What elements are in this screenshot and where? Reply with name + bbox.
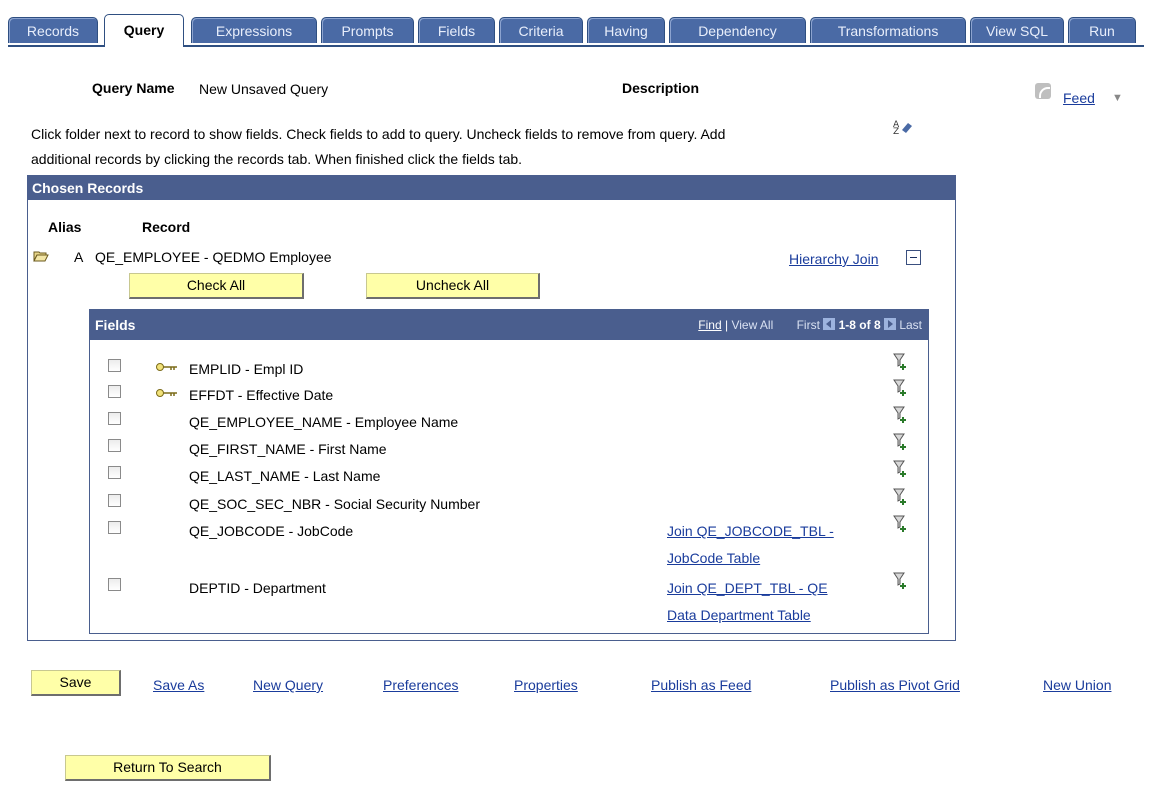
join-link[interactable]: Join QE_DEPT_TBL - QE <box>667 580 828 596</box>
field-label: QE_JOBCODE - JobCode <box>189 523 354 539</box>
key-icon <box>156 385 178 397</box>
chosen-records-title: Chosen Records <box>28 176 955 200</box>
hierarchy-join-link[interactable]: Hierarchy Join <box>789 251 878 267</box>
instructions-line-1: Click folder next to record to show fiel… <box>31 126 726 142</box>
grid-navigation: Find | View All First 1-8 of 8 Last <box>698 318 922 332</box>
field-label: DEPTID - Department <box>189 580 326 596</box>
save-button[interactable]: Save <box>31 670 121 696</box>
add-criteria-icon[interactable] <box>893 353 909 371</box>
fields-grid-header: Fields Find | View All First 1-8 of 8 La… <box>90 310 928 340</box>
query-name-label: Query Name <box>92 80 175 96</box>
add-criteria-icon[interactable] <box>893 572 909 590</box>
tab-expressions[interactable]: Expressions <box>191 17 317 43</box>
svg-text:Z: Z <box>893 127 899 134</box>
publish-as-feed-link[interactable]: Publish as Feed <box>651 677 751 693</box>
new-union-link[interactable]: New Union <box>1043 677 1111 693</box>
field-label: EMPLID - Empl ID <box>189 361 304 377</box>
spellcheck-icon[interactable]: A Z <box>893 118 915 134</box>
key-icon <box>156 359 178 371</box>
row-range: 1-8 of 8 <box>838 318 881 332</box>
tab-having[interactable]: Having <box>587 17 665 43</box>
return-to-search-button[interactable]: Return To Search <box>65 755 271 781</box>
preferences-link[interactable]: Preferences <box>383 677 458 693</box>
tab-query[interactable]: Query <box>104 14 184 47</box>
tab-prompts[interactable]: Prompts <box>321 17 414 43</box>
view-all-link: View All <box>731 318 774 332</box>
field-checkbox[interactable] <box>108 359 121 372</box>
join-link[interactable]: Join QE_JOBCODE_TBL - <box>667 523 834 539</box>
chevron-down-icon[interactable]: ▼ <box>1112 92 1123 104</box>
properties-link[interactable]: Properties <box>514 677 578 693</box>
previous-arrow-icon <box>823 318 836 330</box>
join-link-continued[interactable]: Data Department Table <box>667 607 811 623</box>
field-label: QE_LAST_NAME - Last Name <box>189 468 381 484</box>
tab-fields[interactable]: Fields <box>418 17 495 43</box>
field-label: EFFDT - Effective Date <box>189 387 334 403</box>
field-label: QE_FIRST_NAME - First Name <box>189 441 387 457</box>
tab-records[interactable]: Records <box>8 17 98 43</box>
next-arrow-icon <box>883 318 896 330</box>
open-folder-icon[interactable] <box>33 250 49 262</box>
field-label: QE_EMPLOYEE_NAME - Employee Name <box>189 414 459 430</box>
tab-dependency[interactable]: Dependency <box>669 17 806 43</box>
feed-link[interactable]: Feed <box>1063 90 1095 106</box>
tab-view-sql[interactable]: View SQL <box>970 17 1064 43</box>
fields-grid-title: Fields <box>95 317 136 333</box>
record-column-header: Record <box>142 219 191 235</box>
field-checkbox[interactable] <box>108 385 121 398</box>
first-label: First <box>796 318 820 332</box>
tab-criteria[interactable]: Criteria <box>499 17 583 43</box>
record-name: QE_EMPLOYEE - QEDMO Employee <box>95 249 332 265</box>
field-checkbox[interactable] <box>108 412 121 425</box>
record-alias: A <box>74 249 84 265</box>
field-checkbox[interactable] <box>108 439 121 452</box>
join-link-continued[interactable]: JobCode Table <box>667 550 760 566</box>
field-label: QE_SOC_SEC_NBR - Social Security Number <box>189 496 480 512</box>
alias-column-header: Alias <box>48 219 82 235</box>
add-criteria-icon[interactable] <box>893 379 909 397</box>
save-as-link[interactable]: Save As <box>153 677 204 693</box>
field-checkbox[interactable] <box>108 494 121 507</box>
add-criteria-icon[interactable] <box>893 433 909 451</box>
field-checkbox[interactable] <box>108 521 121 534</box>
instructions-line-2: additional records by clicking the recor… <box>31 151 523 167</box>
tab-run[interactable]: Run <box>1068 17 1136 43</box>
new-query-link[interactable]: New Query <box>253 677 323 693</box>
check-all-button[interactable]: Check All <box>129 273 304 299</box>
field-checkbox[interactable] <box>108 578 121 591</box>
add-criteria-icon[interactable] <box>893 488 909 506</box>
publish-as-pivot-grid-link[interactable]: Publish as Pivot Grid <box>830 677 960 693</box>
last-label: Last <box>899 318 922 332</box>
add-criteria-icon[interactable] <box>893 460 909 478</box>
add-criteria-icon[interactable] <box>893 406 909 424</box>
collapse-icon[interactable] <box>906 250 921 265</box>
rss-feed-icon[interactable] <box>1035 83 1051 99</box>
tab-transformations[interactable]: Transformations <box>810 17 966 43</box>
query-name-value: New Unsaved Query <box>199 81 329 97</box>
uncheck-all-button[interactable]: Uncheck All <box>366 273 540 299</box>
tab-bar: Records Query Expressions Prompts Fields… <box>8 0 1144 47</box>
add-criteria-icon[interactable] <box>893 515 909 533</box>
description-label: Description <box>622 80 700 96</box>
find-link[interactable]: Find <box>698 318 721 332</box>
field-checkbox[interactable] <box>108 466 121 479</box>
